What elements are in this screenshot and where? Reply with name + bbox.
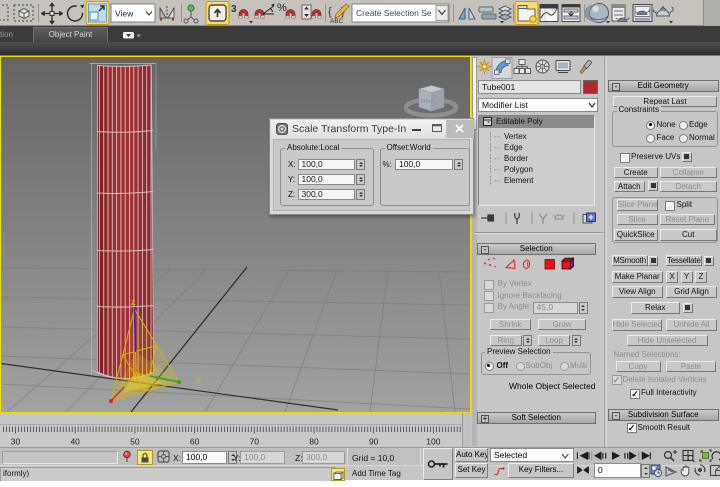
svg-text:%: % [277,2,287,14]
svg-text:40: 40 [70,437,80,447]
svg-text:3: 3 [231,4,237,15]
svg-text:30: 30 [11,437,21,447]
svg-text:Create Selection Se: Create Selection Se [356,8,432,18]
svg-text:90: 90 [369,437,379,447]
svg-text:View: View [115,9,134,19]
svg-text:ABC: ABC [330,18,344,25]
svg-text:60: 60 [190,437,200,447]
svg-text:z: z [131,297,136,307]
svg-text:70: 70 [250,437,260,447]
svg-text:50: 50 [130,437,140,447]
svg-text:100: 100 [426,437,440,447]
svg-text:{: { [328,6,332,18]
svg-text:80: 80 [309,437,319,447]
svg-text:RIGHT: RIGHT [421,99,435,104]
svg-text:y: y [196,374,201,384]
